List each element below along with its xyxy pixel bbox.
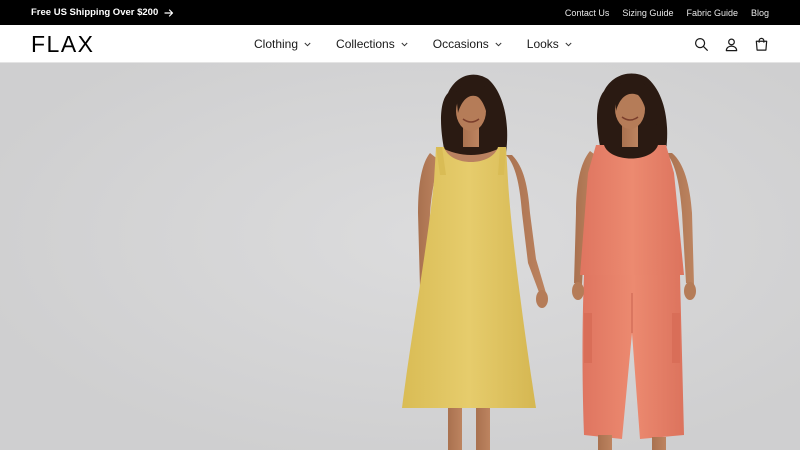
hero-image xyxy=(0,63,800,450)
nav-item-occasions[interactable]: Occasions xyxy=(433,37,502,51)
chevron-down-icon xyxy=(565,42,572,46)
free-shipping-text: Free US Shipping Over $200 xyxy=(31,7,159,18)
utility-links: Contact Us Sizing Guide Fabric Guide Blo… xyxy=(565,0,769,25)
chevron-down-icon xyxy=(495,42,502,46)
nav-label-looks: Looks xyxy=(526,37,559,51)
announcement-bar: Free US Shipping Over $200 Contact Us Si… xyxy=(0,0,800,25)
nav-item-clothing[interactable]: Clothing xyxy=(254,37,311,51)
contact-us-link[interactable]: Contact Us xyxy=(565,8,610,18)
chevron-down-icon xyxy=(401,42,408,46)
header-icons xyxy=(693,25,769,63)
free-shipping-link[interactable]: Free US Shipping Over $200 xyxy=(31,0,174,25)
nav-label-occasions: Occasions xyxy=(432,37,489,51)
fabric-guide-link[interactable]: Fabric Guide xyxy=(686,8,738,18)
search-icon[interactable] xyxy=(693,36,709,52)
nav-item-looks[interactable]: Looks xyxy=(527,37,572,51)
nav-label-clothing: Clothing xyxy=(254,37,299,51)
cart-icon[interactable] xyxy=(753,36,769,52)
arrow-right-icon xyxy=(164,8,174,18)
flax-logo[interactable]: FLAX xyxy=(31,33,95,56)
main-nav: Clothing Collections Occasions Looks xyxy=(254,25,572,63)
sizing-guide-link[interactable]: Sizing Guide xyxy=(622,8,673,18)
account-icon[interactable] xyxy=(723,36,739,52)
site-header: FLAX Clothing Collections Occasions Look… xyxy=(0,25,800,63)
nav-item-collections[interactable]: Collections xyxy=(336,37,408,51)
chevron-down-icon xyxy=(304,42,311,46)
hero-banner[interactable] xyxy=(0,63,800,450)
blog-link[interactable]: Blog xyxy=(751,8,769,18)
nav-label-collections: Collections xyxy=(336,37,395,51)
